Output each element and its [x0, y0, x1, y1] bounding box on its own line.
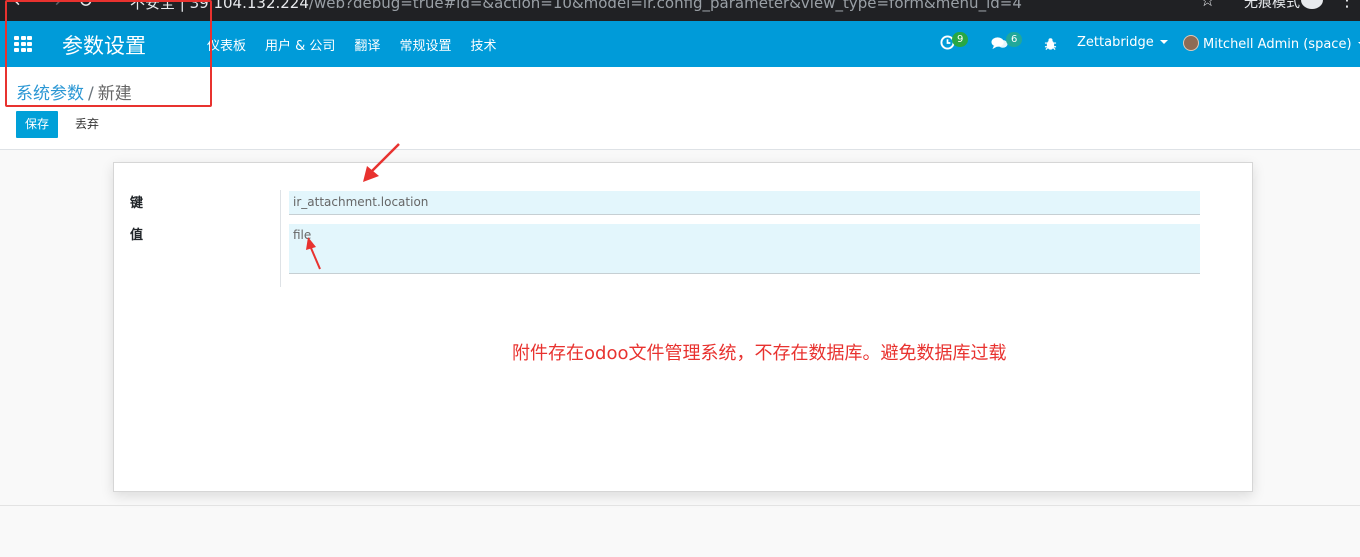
debug-menu[interactable] [1042, 21, 1062, 67]
company-switcher[interactable]: Zettabridge [1077, 35, 1168, 50]
form-divider [280, 190, 281, 287]
activity-count-badge: 9 [952, 32, 969, 47]
value-field[interactable]: file [289, 224, 1200, 274]
annotation-highlight-box [5, 0, 212, 107]
address-bar[interactable]: 不安全 | 39.104.132.224/web?debug=true#id=&… [130, 0, 1022, 13]
save-button[interactable]: 保存 [16, 111, 59, 138]
address-path: /web?debug=true#id=&action=10&model=ir.c… [308, 0, 1022, 12]
menu-item-general-settings[interactable]: 常规设置 [399, 35, 451, 54]
form-sheet: 键 值 ir_attachment.location file 附件存在odoo… [113, 162, 1253, 492]
discard-button[interactable]: 丢弃 [67, 111, 107, 138]
messaging-menu[interactable]: 6 [990, 21, 1030, 67]
incognito-label: 无痕模式 [1244, 0, 1300, 11]
user-name: Mitchell Admin (space) [1203, 37, 1352, 52]
bug-icon [1044, 38, 1057, 50]
bookmark-star-icon[interactable]: ☆ [1200, 0, 1215, 11]
value-label: 值 [130, 228, 144, 243]
messages-count-badge: 6 [1006, 32, 1023, 47]
top-menu: 仪表板 用户 & 公司 翻译 常规设置 技术 [207, 35, 496, 54]
menu-item-dashboard[interactable]: 仪表板 [207, 35, 246, 54]
menu-item-technical[interactable]: 技术 [470, 35, 496, 54]
chevron-down-icon [1159, 40, 1168, 44]
incognito-icon[interactable] [1301, 0, 1323, 9]
menu-item-translations[interactable]: 翻译 [354, 35, 380, 54]
avatar [1183, 35, 1199, 51]
company-name: Zettabridge [1077, 35, 1154, 50]
annotation-arrow-key [363, 143, 400, 182]
page-bottom-divider [0, 505, 1360, 506]
annotation-note: 附件存在odoo文件管理系统，不存在数据库。避免数据库过载 [512, 343, 1007, 364]
activity-menu[interactable]: 9 [938, 21, 978, 67]
browser-menu-icon[interactable]: ⋮ [1338, 0, 1356, 11]
key-label: 键 [130, 196, 144, 211]
user-menu[interactable]: Mitchell Admin (space) [1183, 35, 1360, 52]
annotation-arrow-value [306, 237, 321, 270]
menu-item-users-companies[interactable]: 用户 & 公司 [265, 35, 335, 54]
key-field[interactable]: ir_attachment.location [289, 191, 1200, 215]
